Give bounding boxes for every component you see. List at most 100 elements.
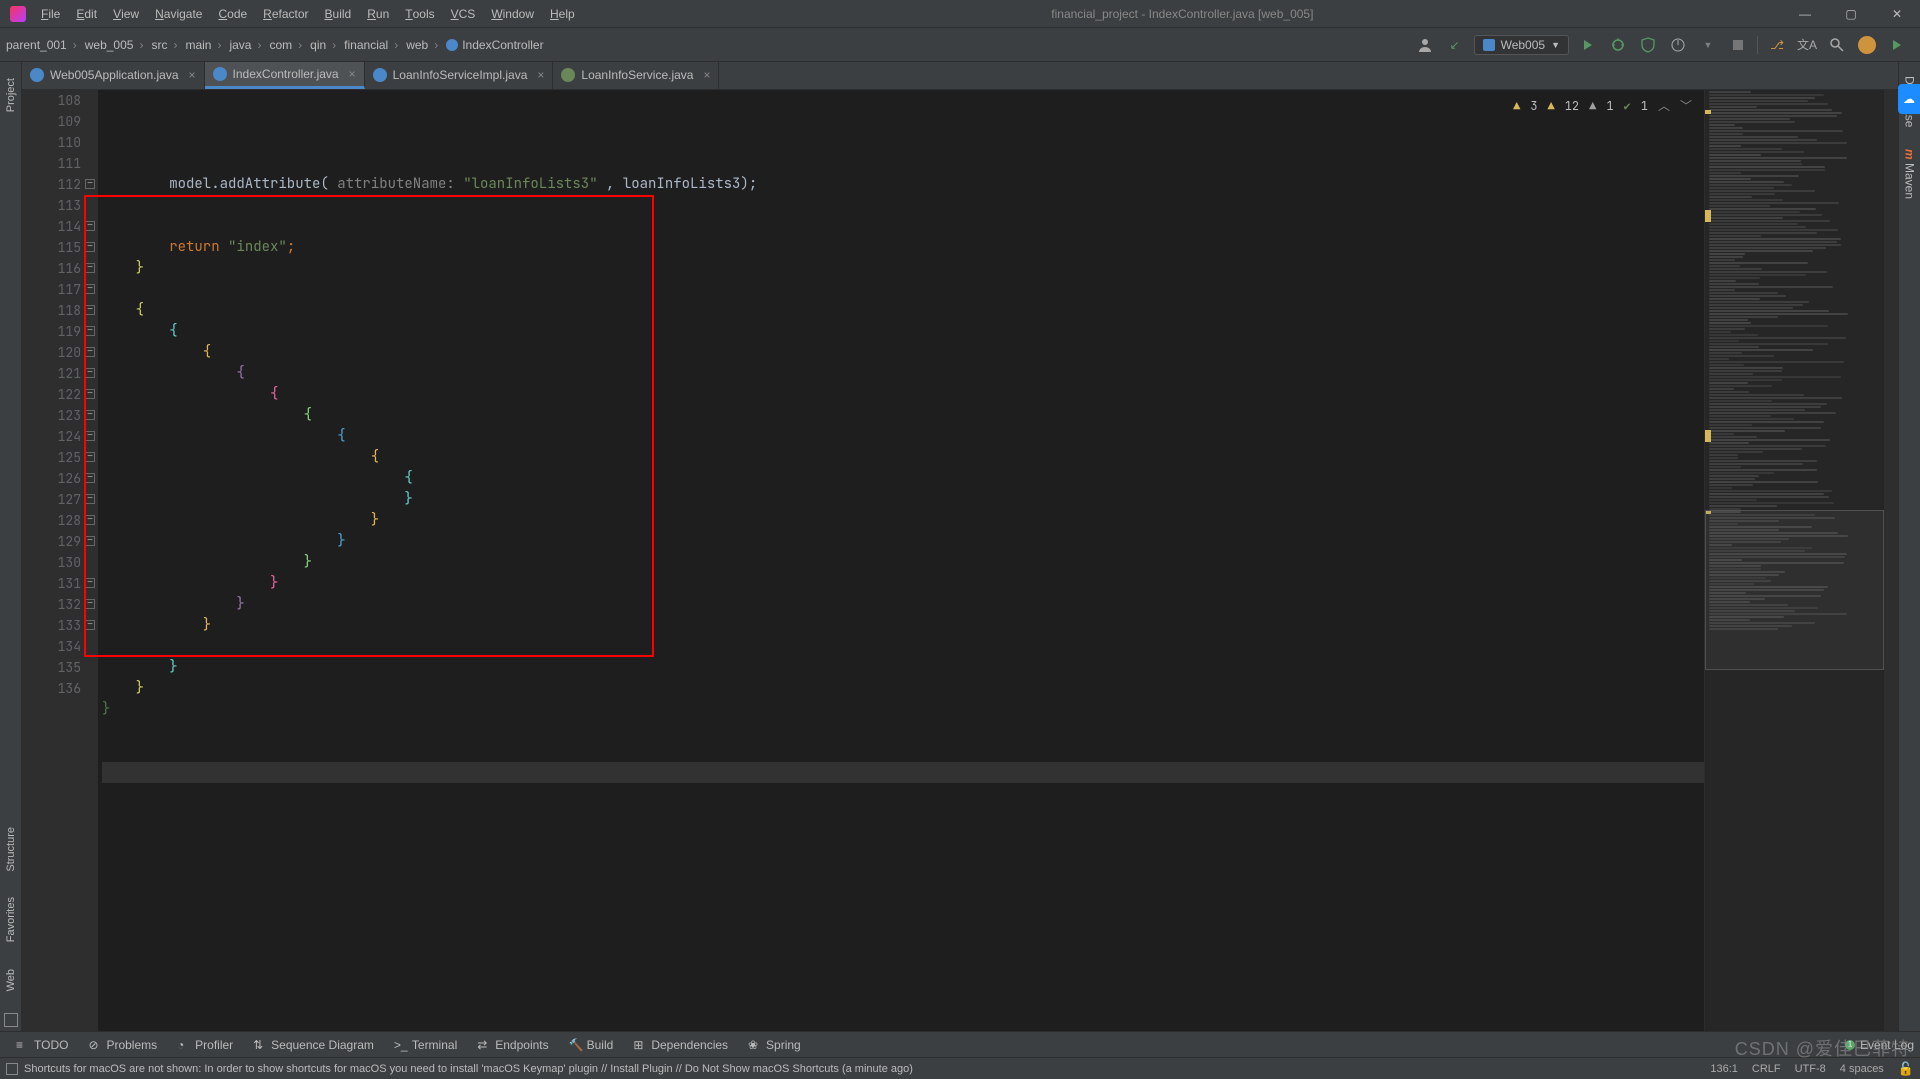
maven-toolwindow-button[interactable]: m Maven [1901, 139, 1919, 209]
toolwindow-spring[interactable]: ❀Spring [738, 1038, 811, 1052]
menu-run[interactable]: Run [359, 7, 397, 21]
minimap[interactable] [1704, 90, 1884, 1031]
maximize-button[interactable]: ▢ [1828, 0, 1874, 28]
baidu-netdisk-icon[interactable]: ☁ [1898, 84, 1920, 114]
web-toolwindow-button[interactable]: Web [3, 957, 19, 1003]
fold-toggle[interactable] [85, 347, 95, 357]
debug-button[interactable] [1607, 34, 1629, 56]
breadcrumb-financial[interactable]: financial [342, 38, 404, 52]
menu-bar: FileEditViewNavigateCodeRefactorBuildRun… [0, 0, 1920, 28]
close-button[interactable]: ✕ [1874, 0, 1920, 28]
toolwindow-todo[interactable]: ≡TODO [6, 1038, 78, 1052]
run-button[interactable] [1577, 34, 1599, 56]
fold-toggle[interactable] [85, 494, 95, 504]
search-icon[interactable] [1826, 34, 1848, 56]
gutter[interactable]: 1081091101111121131141151161171181191201… [22, 90, 84, 1031]
toolwindow-quick-access[interactable] [4, 1013, 18, 1027]
back-arrow-icon[interactable]: ↙ [1444, 34, 1466, 56]
ide-settings-icon[interactable] [1886, 34, 1908, 56]
minimize-button[interactable]: — [1782, 0, 1828, 28]
breadcrumb-parent_001[interactable]: parent_001 [4, 38, 83, 52]
breadcrumb-java[interactable]: java [227, 38, 267, 52]
breadcrumb-qin[interactable]: qin [308, 38, 342, 52]
toolwindow-endpoints[interactable]: ⇄Endpoints [467, 1038, 558, 1052]
coverage-button[interactable] [1637, 34, 1659, 56]
fold-toggle[interactable] [85, 326, 95, 336]
menu-code[interactable]: Code [210, 7, 255, 21]
tab-LoanInfoServiceImpl-java[interactable]: LoanInfoServiceImpl.java× [365, 62, 554, 89]
breadcrumb-com[interactable]: com [267, 38, 308, 52]
fold-toggle[interactable] [85, 620, 95, 630]
caret-position[interactable]: 136:1 [1710, 1063, 1738, 1075]
readonly-lock-icon[interactable]: 🔓 [1898, 1061, 1914, 1077]
status-message: Shortcuts for macOS are not shown: In or… [24, 1063, 913, 1075]
stop-button[interactable] [1727, 34, 1749, 56]
menu-view[interactable]: View [105, 7, 147, 21]
fold-toggle[interactable] [85, 578, 95, 588]
prev-highlight-icon[interactable]: ︿ [1658, 96, 1670, 117]
toolwindows-toggle-icon[interactable] [6, 1063, 18, 1075]
toolwindow-dependencies[interactable]: ⊞Dependencies [623, 1038, 738, 1052]
fold-toggle[interactable] [85, 431, 95, 441]
attach-button[interactable]: ▼ [1697, 34, 1719, 56]
profile-button[interactable] [1667, 34, 1689, 56]
avatar-icon[interactable] [1856, 34, 1878, 56]
breadcrumb-IndexController[interactable]: IndexController [444, 38, 555, 52]
event-log-button[interactable]: 1 Event Log [1845, 1038, 1914, 1052]
toolwindow-terminal[interactable]: >_Terminal [384, 1038, 467, 1052]
menu-refactor[interactable]: Refactor [255, 7, 316, 21]
fold-toggle[interactable] [85, 410, 95, 420]
run-config-selector[interactable]: Web005 ▼ [1474, 35, 1569, 55]
line-separator[interactable]: CRLF [1752, 1063, 1781, 1075]
next-highlight-icon[interactable]: ﹀ [1680, 96, 1692, 117]
indent-settings[interactable]: 4 spaces [1840, 1063, 1884, 1075]
fold-toggle[interactable] [85, 179, 95, 189]
close-tab-icon[interactable]: × [185, 68, 196, 82]
fold-toggle[interactable] [85, 515, 95, 525]
toolwindow-sequence-diagram[interactable]: ⇅Sequence Diagram [243, 1038, 384, 1052]
fold-toggle[interactable] [85, 389, 95, 399]
favorites-toolwindow-button[interactable]: Favorites [3, 885, 19, 954]
breadcrumb-src[interactable]: src [149, 38, 183, 52]
breadcrumb-web_005[interactable]: web_005 [83, 38, 150, 52]
tab-IndexController-java[interactable]: IndexController.java× [205, 62, 365, 89]
project-toolwindow-button[interactable]: Project [3, 66, 19, 124]
user-icon[interactable] [1414, 34, 1436, 56]
toolwindow-profiler[interactable]: ◔Profiler [167, 1038, 243, 1052]
toolwindow-problems[interactable]: ⊘Problems [78, 1038, 167, 1052]
toolwindow-build[interactable]: 🔨Build [559, 1038, 624, 1052]
menu-build[interactable]: Build [317, 7, 360, 21]
fold-toggle[interactable] [85, 242, 95, 252]
fold-toggle[interactable] [85, 368, 95, 378]
fold-toggle[interactable] [85, 263, 95, 273]
menu-edit[interactable]: Edit [68, 7, 105, 21]
fold-toggle[interactable] [85, 305, 95, 315]
fold-column[interactable] [84, 90, 98, 1031]
tab-LoanInfoService-java[interactable]: LoanInfoService.java× [553, 62, 719, 89]
fold-toggle[interactable] [85, 452, 95, 462]
file-encoding[interactable]: UTF-8 [1795, 1063, 1826, 1075]
menu-help[interactable]: Help [542, 7, 583, 21]
fold-toggle[interactable] [85, 221, 95, 231]
translate-icon[interactable]: 文A [1796, 34, 1818, 56]
code-area[interactable]: ▲3 ▲12 ▲1 ✔1 ︿ ﹀ model.addAttribute( att… [98, 90, 1704, 1031]
close-tab-icon[interactable]: × [533, 68, 544, 82]
fold-toggle[interactable] [85, 599, 95, 609]
tab-Web005Application-java[interactable]: Web005Application.java× [22, 62, 205, 89]
git-icon[interactable]: ⎇ [1766, 34, 1788, 56]
error-stripe[interactable] [1884, 90, 1898, 1031]
close-tab-icon[interactable]: × [699, 68, 710, 82]
fold-toggle[interactable] [85, 536, 95, 546]
fold-toggle[interactable] [85, 284, 95, 294]
close-tab-icon[interactable]: × [345, 67, 356, 81]
menu-file[interactable]: File [33, 7, 68, 21]
menu-tools[interactable]: Tools [397, 7, 442, 21]
breadcrumb-main[interactable]: main [183, 38, 227, 52]
menu-vcs[interactable]: VCS [443, 7, 484, 21]
inspection-widget[interactable]: ▲3 ▲12 ▲1 ✔1 ︿ ﹀ [1507, 94, 1698, 119]
menu-navigate[interactable]: Navigate [147, 7, 210, 21]
fold-toggle[interactable] [85, 473, 95, 483]
structure-toolwindow-button[interactable]: Structure [3, 815, 19, 884]
menu-window[interactable]: Window [483, 7, 542, 21]
breadcrumb-web[interactable]: web [404, 38, 444, 52]
